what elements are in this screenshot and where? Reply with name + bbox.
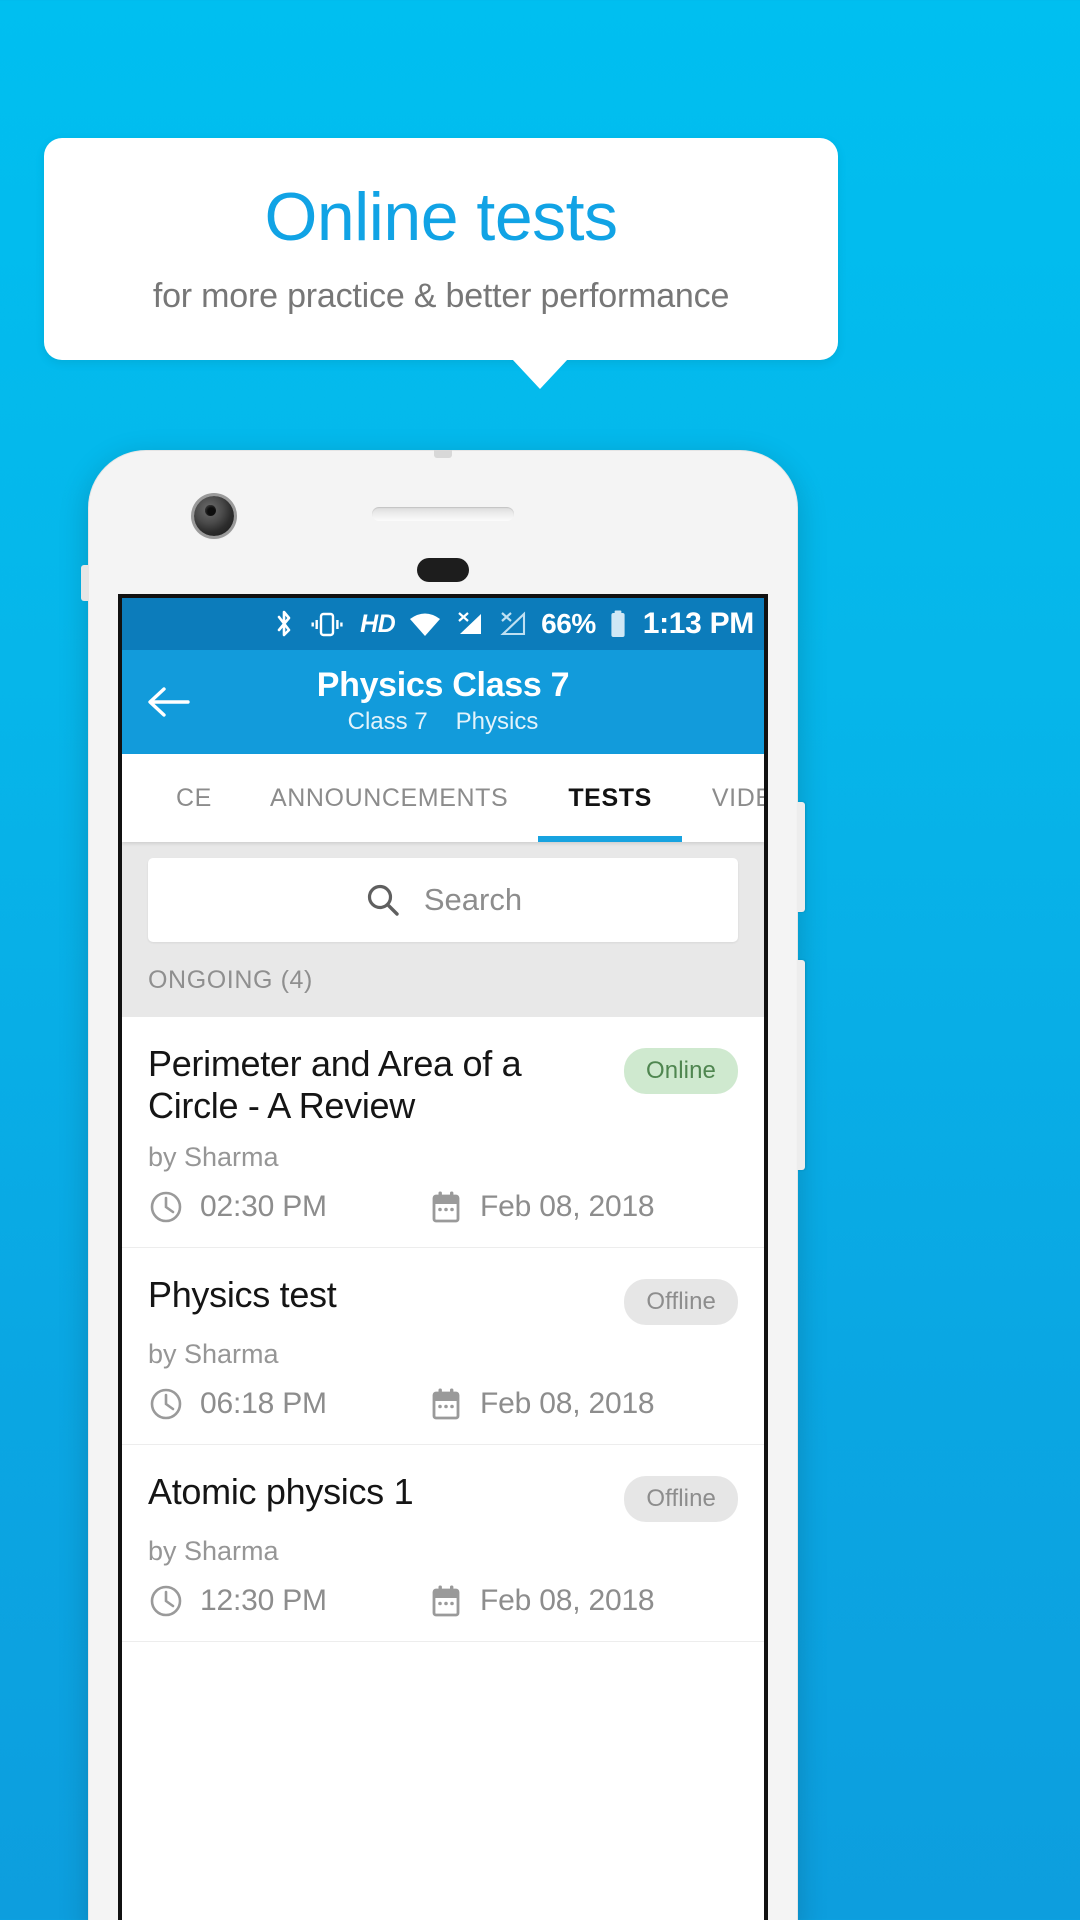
- phone-power-button: [797, 802, 805, 912]
- front-camera-icon: [194, 496, 234, 536]
- hd-icon: HD: [360, 609, 396, 638]
- list-item[interactable]: Physics test Offline by Sharma 06:18 PM: [122, 1248, 764, 1445]
- calendar-icon: [428, 1583, 464, 1619]
- tab-videos[interactable]: VIDEOS: [682, 754, 764, 842]
- test-time: 12:30 PM: [200, 1583, 327, 1617]
- search-input[interactable]: Search: [148, 858, 738, 942]
- search-placeholder: Search: [423, 882, 523, 917]
- test-author: by Sharma: [148, 1141, 279, 1172]
- test-date-cell: Feb 08, 2018: [428, 1583, 655, 1619]
- app-bar-titles: Physics Class 7 Class 7 Physics: [122, 666, 764, 737]
- app-bar: Physics Class 7 Class 7 Physics: [122, 650, 764, 754]
- test-author: by Sharma: [148, 1535, 279, 1566]
- tests-list: Perimeter and Area of a Circle - A Revie…: [122, 1017, 764, 1642]
- back-arrow-icon[interactable]: [144, 678, 192, 726]
- test-date-cell: Feb 08, 2018: [428, 1189, 655, 1225]
- signal-2-off-icon: [498, 609, 528, 639]
- bluetooth-icon: [274, 609, 294, 639]
- page-title: Physics Class 7: [316, 666, 570, 705]
- breadcrumb-subject: Physics: [455, 707, 539, 735]
- vibrate-icon: [307, 609, 347, 639]
- list-item-top: Physics test Offline: [148, 1274, 738, 1325]
- test-date: Feb 08, 2018: [480, 1189, 655, 1223]
- wifi-icon: [408, 609, 442, 639]
- test-title: Physics test: [148, 1273, 337, 1315]
- test-date: Feb 08, 2018: [480, 1386, 655, 1420]
- phone-volume-button: [797, 960, 805, 1170]
- test-meta: 12:30 PM Feb 08, 2018: [148, 1583, 738, 1619]
- test-meta: 06:18 PM Feb 08, 2018: [148, 1386, 738, 1422]
- list-item[interactable]: Perimeter and Area of a Circle - A Revie…: [122, 1017, 764, 1248]
- test-time-cell: 02:30 PM: [148, 1189, 428, 1225]
- test-title: Atomic physics 1: [148, 1470, 414, 1512]
- search-section: Search: [122, 842, 764, 960]
- tab-tests[interactable]: TESTS: [538, 754, 682, 842]
- phone-screen: HD 66% 1:13 PM Physics Class 7 Class 7 P…: [118, 594, 768, 1920]
- test-time-cell: 06:18 PM: [148, 1386, 428, 1422]
- phone-top-mark: [434, 450, 452, 458]
- status-badge: Offline: [624, 1475, 738, 1522]
- battery-percent-label: 66%: [541, 608, 596, 639]
- phone-left-button: [81, 565, 89, 601]
- tab-bar: CE ANNOUNCEMENTS TESTS VIDEOS: [122, 754, 764, 842]
- test-date-cell: Feb 08, 2018: [428, 1386, 655, 1422]
- test-author: by Sharma: [148, 1338, 279, 1369]
- breadcrumb-class: Class 7: [347, 707, 428, 735]
- signal-1-off-icon: [455, 609, 485, 639]
- promo-title: Online tests: [264, 178, 618, 255]
- breadcrumb: Class 7 Physics: [122, 708, 764, 736]
- proximity-sensor: [417, 558, 469, 582]
- test-title: Perimeter and Area of a Circle - A Revie…: [148, 1043, 522, 1127]
- section-header-ongoing: ONGOING (4): [122, 960, 764, 1017]
- test-date: Feb 08, 2018: [480, 1583, 655, 1617]
- promo-bubble-tail: [512, 359, 568, 389]
- test-time: 06:18 PM: [200, 1386, 327, 1420]
- battery-icon: [609, 609, 627, 639]
- earpiece-speaker: [372, 507, 514, 521]
- status-badge: Online: [624, 1048, 738, 1094]
- search-icon: [364, 881, 402, 919]
- list-item[interactable]: Atomic physics 1 Offline by Sharma 12:30…: [122, 1445, 764, 1642]
- test-meta: 02:30 PM Feb 08, 2018: [148, 1189, 738, 1225]
- status-badge: Offline: [624, 1278, 738, 1325]
- promo-bubble: Online tests for more practice & better …: [44, 138, 838, 360]
- test-time: 02:30 PM: [200, 1189, 327, 1223]
- list-item-top: Atomic physics 1 Offline: [148, 1471, 738, 1522]
- clock-label: 1:13 PM: [642, 607, 755, 640]
- test-time-cell: 12:30 PM: [148, 1583, 428, 1619]
- tab-ce[interactable]: CE: [148, 754, 240, 842]
- clock-icon: [148, 1386, 184, 1422]
- clock-icon: [148, 1583, 184, 1619]
- promo-subtitle: for more practice & better performance: [152, 276, 730, 315]
- calendar-icon: [428, 1189, 464, 1225]
- calendar-icon: [428, 1386, 464, 1422]
- clock-icon: [148, 1189, 184, 1225]
- status-bar: HD 66% 1:13 PM: [122, 598, 764, 650]
- list-item-top: Perimeter and Area of a Circle - A Revie…: [148, 1043, 738, 1128]
- tab-announcements[interactable]: ANNOUNCEMENTS: [240, 754, 538, 842]
